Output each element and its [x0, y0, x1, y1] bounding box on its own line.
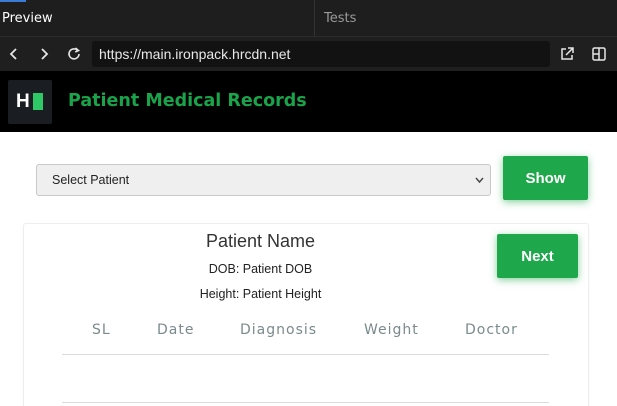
tab-preview[interactable]: Preview	[0, 0, 313, 37]
patient-select[interactable]: Select Patient	[36, 164, 491, 196]
column-header-doctor: Doctor	[465, 322, 518, 338]
column-header-date: Date	[157, 322, 195, 338]
table-row-divider	[62, 402, 549, 403]
next-button[interactable]: Next	[497, 234, 578, 278]
patient-select-value: Select Patient	[52, 173, 130, 187]
patient-height: Height: Patient Height	[199, 287, 322, 301]
browser-toolbar: https://main.ironpack.hrcdn.net	[0, 37, 617, 71]
column-header-diagnosis: Diagnosis	[240, 322, 318, 338]
patient-dob: DOB: Patient DOB	[208, 262, 313, 276]
logo-letter: H	[16, 91, 30, 112]
table-header-divider	[62, 354, 549, 355]
logo-mark-icon	[33, 93, 43, 110]
show-button[interactable]: Show	[503, 156, 588, 200]
forward-arrow-icon[interactable]	[34, 44, 54, 64]
url-field[interactable]: https://main.ironpack.hrcdn.net	[92, 41, 550, 67]
column-header-sl: SL	[92, 322, 111, 338]
back-arrow-icon[interactable]	[4, 44, 24, 64]
ide-tab-bar: Preview Tests	[0, 0, 617, 37]
open-external-icon[interactable]	[557, 44, 577, 64]
app-header: H Patient Medical Records	[0, 71, 617, 132]
column-header-weight: Weight	[364, 322, 419, 338]
reload-icon[interactable]	[64, 44, 84, 64]
patient-name: Patient Name	[205, 231, 316, 251]
logo: H	[8, 80, 52, 124]
chevron-down-icon	[475, 165, 484, 208]
page-title: Patient Medical Records	[68, 91, 307, 111]
tab-tests[interactable]: Tests	[314, 0, 617, 37]
split-view-icon[interactable]	[589, 44, 609, 64]
